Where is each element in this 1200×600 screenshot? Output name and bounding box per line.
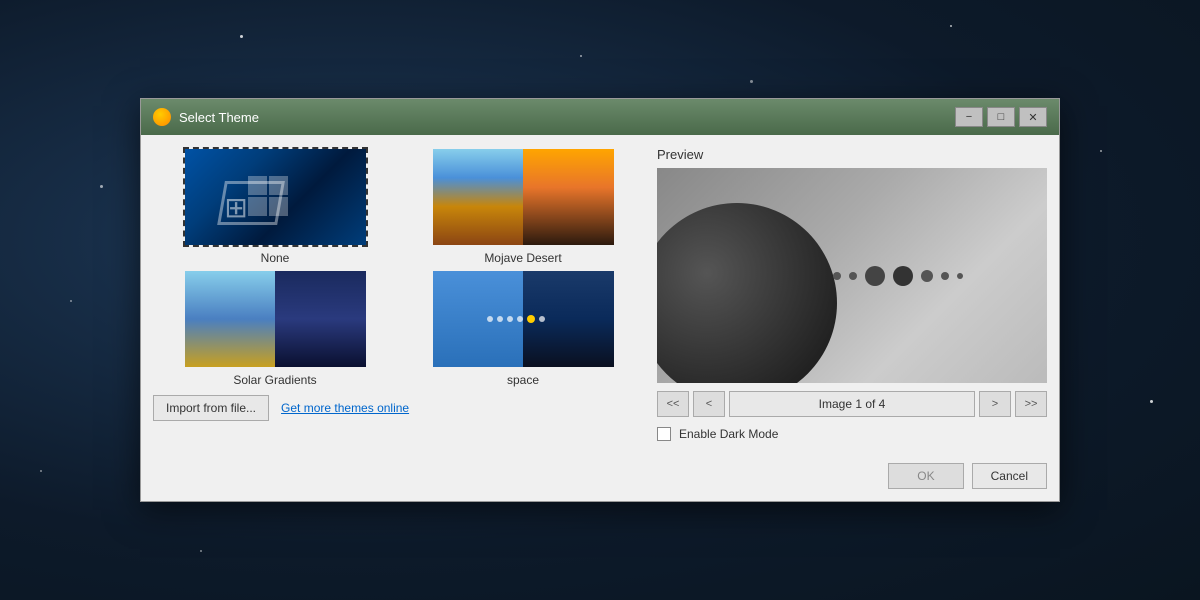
preview-dot-small-3 xyxy=(941,272,949,280)
space-dot-3 xyxy=(507,316,513,322)
get-themes-online-link[interactable]: Get more themes online xyxy=(281,401,409,415)
theme-label-solar: Solar Gradients xyxy=(233,373,316,387)
theme-item-solar[interactable]: Solar Gradients xyxy=(153,269,397,387)
bottom-action-bar: Import from file... Get more themes onli… xyxy=(153,395,645,421)
theme-thumbnail-solar xyxy=(183,269,368,369)
close-button[interactable]: ✕ xyxy=(1019,107,1047,127)
solar-right-half xyxy=(275,271,366,367)
theme-item-none[interactable]: None xyxy=(153,147,397,265)
space-dots xyxy=(487,315,545,323)
preview-dot-small-2 xyxy=(849,272,857,280)
mojave-right-half xyxy=(523,149,614,245)
preview-navigation: << < Image 1 of 4 > >> xyxy=(657,391,1047,417)
theme-grid: None Mojave Desert xyxy=(153,147,645,387)
preview-dot-medium xyxy=(921,270,933,282)
preview-dots xyxy=(833,266,963,286)
preview-last-button[interactable]: >> xyxy=(1015,391,1047,417)
theme-item-mojave[interactable]: Mojave Desert xyxy=(401,147,645,265)
space-dot-1 xyxy=(487,316,493,322)
mojave-left-half xyxy=(433,149,524,245)
window-controls: − □ ✕ xyxy=(955,107,1047,127)
ok-button[interactable]: OK xyxy=(888,463,963,489)
preview-dot-small-4 xyxy=(957,273,963,279)
space-dot-5 xyxy=(539,316,545,322)
theme-thumbnail-space xyxy=(431,269,616,369)
app-icon xyxy=(153,108,171,126)
select-theme-dialog: Select Theme − □ ✕ xyxy=(140,98,1060,502)
preview-image-display xyxy=(657,168,1047,383)
preview-page-indicator: Image 1 of 4 xyxy=(729,391,975,417)
solar-left-half xyxy=(185,271,276,367)
preview-heading: Preview xyxy=(657,147,1047,162)
preview-first-button[interactable]: << xyxy=(657,391,689,417)
preview-dot-small-1 xyxy=(833,272,841,280)
mojave-preview-image xyxy=(433,149,614,245)
preview-prev-button[interactable]: < xyxy=(693,391,725,417)
restore-button[interactable]: □ xyxy=(987,107,1015,127)
theme-thumbnail-mojave xyxy=(431,147,616,247)
preview-panel: Preview xyxy=(657,147,1047,441)
theme-label-space: space xyxy=(507,373,539,387)
import-from-file-button[interactable]: Import from file... xyxy=(153,395,269,421)
theme-item-space[interactable]: space xyxy=(401,269,645,387)
dark-mode-row: Enable Dark Mode xyxy=(657,427,1047,441)
solar-preview-image xyxy=(185,271,366,367)
preview-dot-large-2 xyxy=(893,266,913,286)
space-preview-image xyxy=(433,271,614,367)
title-bar: Select Theme − □ ✕ xyxy=(141,99,1059,135)
dialog-footer: OK Cancel xyxy=(141,453,1059,501)
theme-label-mojave: Mojave Desert xyxy=(484,251,561,265)
theme-thumbnail-none xyxy=(183,147,368,247)
dark-mode-label: Enable Dark Mode xyxy=(679,427,778,441)
none-preview-image xyxy=(185,149,366,245)
dialog-body: None Mojave Desert xyxy=(141,135,1059,453)
space-dot-2 xyxy=(497,316,503,322)
space-dot-active xyxy=(527,315,535,323)
space-dot-4 xyxy=(517,316,523,322)
theme-label-none: None xyxy=(261,251,290,265)
preview-dot-large-1 xyxy=(865,266,885,286)
minimize-button[interactable]: − xyxy=(955,107,983,127)
windows-logo-icon xyxy=(248,176,288,216)
dark-mode-checkbox[interactable] xyxy=(657,427,671,441)
cancel-button[interactable]: Cancel xyxy=(972,463,1047,489)
dialog-title: Select Theme xyxy=(179,110,947,125)
preview-next-button[interactable]: > xyxy=(979,391,1011,417)
theme-list-panel: None Mojave Desert xyxy=(153,147,657,441)
